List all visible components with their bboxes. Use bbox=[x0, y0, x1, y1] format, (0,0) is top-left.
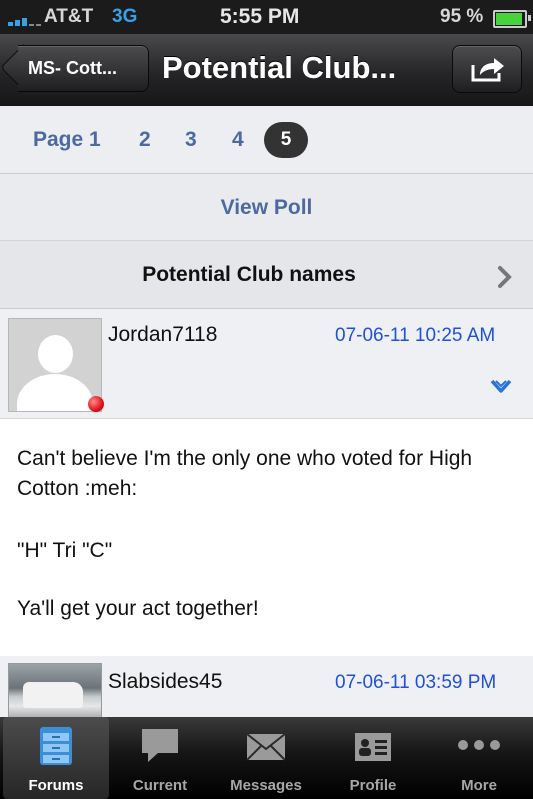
profile-card-icon bbox=[355, 733, 391, 761]
page-link-2[interactable]: 2 bbox=[139, 128, 151, 152]
share-button[interactable] bbox=[452, 45, 522, 93]
page-title: Potential Club... bbox=[162, 50, 397, 85]
view-poll-row[interactable]: View Poll bbox=[0, 174, 533, 241]
forums-icon bbox=[40, 727, 72, 765]
network-type: 3G bbox=[112, 6, 138, 27]
chevron-down-icon[interactable] bbox=[490, 378, 512, 396]
share-icon bbox=[471, 58, 504, 82]
signal-strength-icon bbox=[8, 14, 42, 26]
post-date: 07-06-11 03:59 PM bbox=[335, 672, 497, 693]
speech-bubble-icon bbox=[142, 729, 178, 762]
post-text-line: "H" Tri "C" bbox=[17, 539, 113, 562]
thread-title-row[interactable]: Potential Club names bbox=[0, 241, 533, 309]
battery-percent: 95 % bbox=[440, 6, 484, 27]
more-dots-icon bbox=[458, 740, 500, 750]
tab-more[interactable]: More bbox=[426, 717, 532, 799]
tab-messages[interactable]: Messages bbox=[213, 717, 319, 799]
envelope-icon bbox=[246, 733, 286, 761]
page-link-1[interactable]: Page 1 bbox=[33, 128, 101, 152]
tab-forums[interactable]: Forums bbox=[3, 717, 109, 799]
tab-label: Forums bbox=[28, 777, 84, 794]
tab-label: More bbox=[461, 777, 497, 794]
navigation-bar: MS- Cott... Potential Club... bbox=[0, 34, 533, 107]
chevron-right-icon bbox=[498, 266, 512, 288]
tab-label: Profile bbox=[349, 777, 397, 794]
post-text-line: Can't believe I'm the only one who voted… bbox=[17, 447, 473, 500]
clock: 5:55 PM bbox=[220, 5, 300, 28]
tab-profile[interactable]: Profile bbox=[320, 717, 426, 799]
post-date: 07-06-11 10:25 AM bbox=[335, 325, 496, 346]
page-link-4[interactable]: 4 bbox=[232, 128, 244, 152]
current-page-indicator[interactable]: 5 bbox=[264, 122, 308, 158]
back-button[interactable]: MS- Cott... bbox=[0, 44, 149, 92]
post-username[interactable]: Jordan7118 bbox=[108, 323, 217, 347]
tab-label: Current bbox=[132, 777, 188, 794]
carrier-name: AT&T bbox=[44, 6, 94, 27]
post-username[interactable]: Slabsides45 bbox=[108, 670, 222, 694]
view-poll-link[interactable]: View Poll bbox=[0, 196, 533, 220]
status-bar: AT&T 3G 5:55 PM 95 % bbox=[0, 0, 533, 34]
tab-current[interactable]: Current bbox=[107, 717, 213, 799]
avatar[interactable] bbox=[8, 318, 102, 412]
avatar[interactable] bbox=[8, 663, 102, 725]
page-link-3[interactable]: 3 bbox=[185, 128, 197, 152]
post-body: Can't believe I'm the only one who voted… bbox=[0, 418, 533, 657]
online-status-icon bbox=[88, 396, 104, 412]
thread-title: Potential Club names bbox=[142, 263, 356, 286]
back-button-label: MS- Cott... bbox=[28, 58, 117, 78]
post-text-line: Ya'll get your act together! bbox=[17, 597, 259, 620]
battery-icon bbox=[493, 10, 531, 28]
tab-bar: Forums Current Messages Profile More bbox=[0, 717, 533, 799]
pagination-bar: Page 1 2 3 4 5 bbox=[0, 106, 533, 174]
tab-label: Messages bbox=[230, 777, 302, 794]
